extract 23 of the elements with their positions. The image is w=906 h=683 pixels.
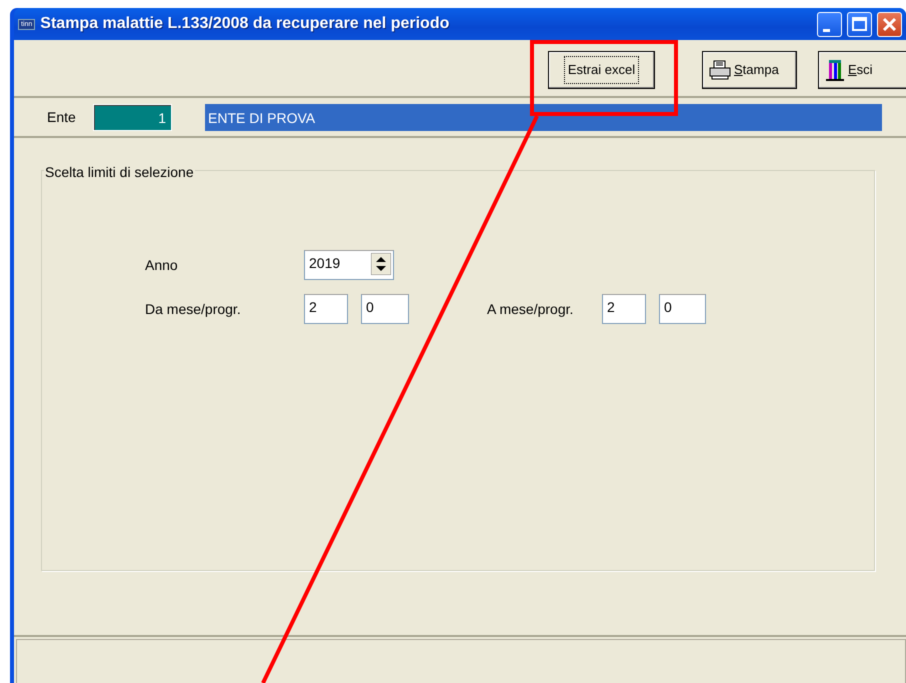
spin-arrows-icon[interactable]: [371, 253, 391, 275]
anno-label: Anno: [145, 256, 179, 274]
window-title: Stampa malattie L.133/2008 da recuperare nel periodo: [40, 14, 450, 34]
maximize-button[interactable]: [847, 12, 872, 36]
to-month-field[interactable]: 2: [602, 294, 646, 324]
year-spin-field[interactable]: 2019: [304, 250, 394, 280]
minimize-button[interactable]: [817, 12, 842, 36]
close-button[interactable]: [877, 12, 902, 36]
ente-code-field[interactable]: 1: [93, 104, 172, 130]
exit-button[interactable]: Esci: [818, 51, 906, 89]
exit-figure-icon: [825, 58, 845, 82]
ente-label: Ente: [47, 108, 77, 126]
ente-name-field: ENTE DI PROVA: [205, 104, 882, 130]
to-label: A mese/progr.: [487, 300, 574, 319]
to-progr-field[interactable]: 0: [659, 294, 706, 324]
minimize-icon: [823, 28, 830, 32]
from-progr-field[interactable]: 0: [361, 294, 409, 324]
print-button[interactable]: Stampa: [702, 51, 797, 89]
from-label: Da mese/progr.: [145, 300, 242, 319]
export-button[interactable]: Estrai excel: [548, 51, 655, 89]
year-value: 2019: [309, 254, 340, 273]
from-month-field[interactable]: 2: [304, 294, 348, 324]
printer-icon: [709, 60, 731, 80]
